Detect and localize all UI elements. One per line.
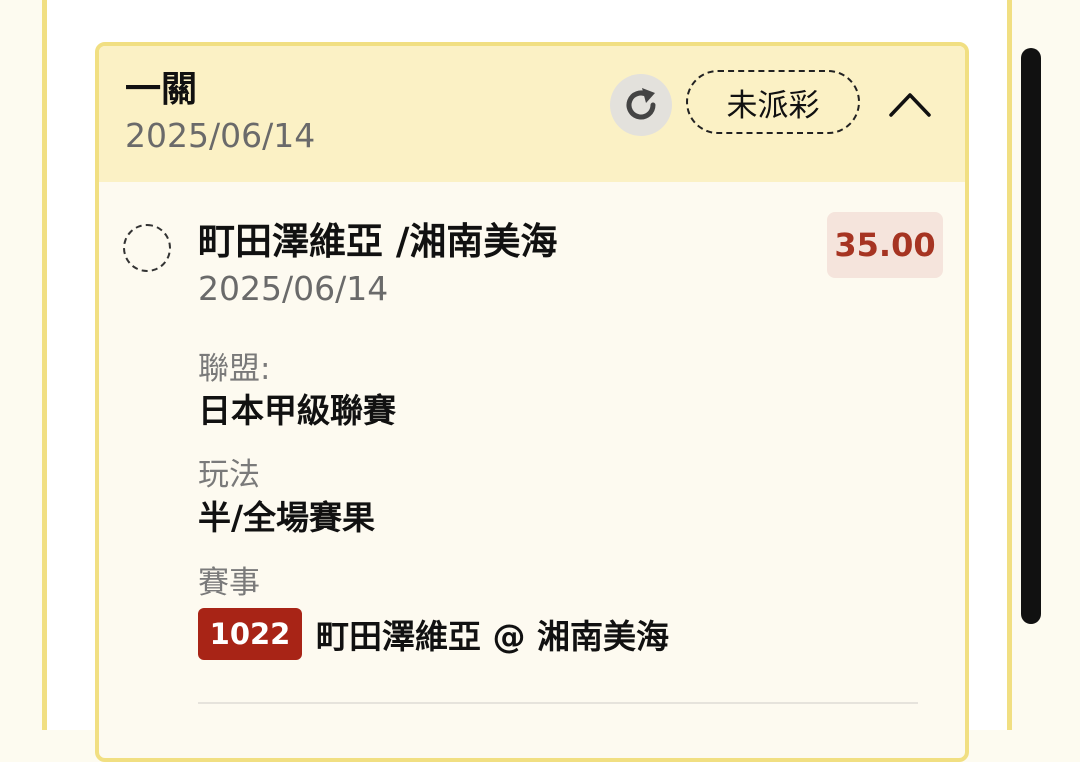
selection-radio[interactable] bbox=[123, 224, 171, 272]
event-name: 町田澤維亞 @ 湘南美海 bbox=[316, 617, 669, 656]
event-row: 1022 町田澤維亞 @ 湘南美海 bbox=[198, 608, 669, 660]
league-label: 聯盟: bbox=[198, 351, 271, 387]
bet-card: 一關 2025/06/14 未派彩 町田澤維亞 /湘南美海 2025/06/14… bbox=[95, 42, 969, 762]
refresh-icon bbox=[626, 88, 656, 120]
league-value: 日本甲級聯賽 bbox=[198, 391, 396, 430]
bet-type-value: 半/全場賽果 bbox=[198, 498, 376, 537]
match-date: 2025/06/14 bbox=[198, 269, 389, 308]
payout-status-button[interactable]: 未派彩 bbox=[686, 70, 860, 134]
collapse-button[interactable] bbox=[884, 80, 936, 128]
chevron-up-icon bbox=[889, 93, 931, 117]
bet-date: 2025/06/14 bbox=[125, 116, 316, 155]
event-label: 賽事 bbox=[198, 565, 260, 601]
bet-type-title: 一關 bbox=[125, 69, 198, 110]
match-title: 町田澤維亞 /湘南美海 bbox=[198, 220, 558, 263]
odds-badge: 35.00 bbox=[827, 212, 943, 278]
event-number-badge: 1022 bbox=[198, 608, 302, 660]
refresh-button[interactable] bbox=[610, 74, 672, 136]
scrollbar[interactable] bbox=[1021, 48, 1041, 624]
bet-type-label: 玩法 bbox=[198, 457, 260, 493]
scrollbar-thumb[interactable] bbox=[1021, 48, 1041, 624]
card-header[interactable]: 一關 2025/06/14 未派彩 bbox=[99, 46, 965, 182]
divider bbox=[198, 702, 918, 704]
